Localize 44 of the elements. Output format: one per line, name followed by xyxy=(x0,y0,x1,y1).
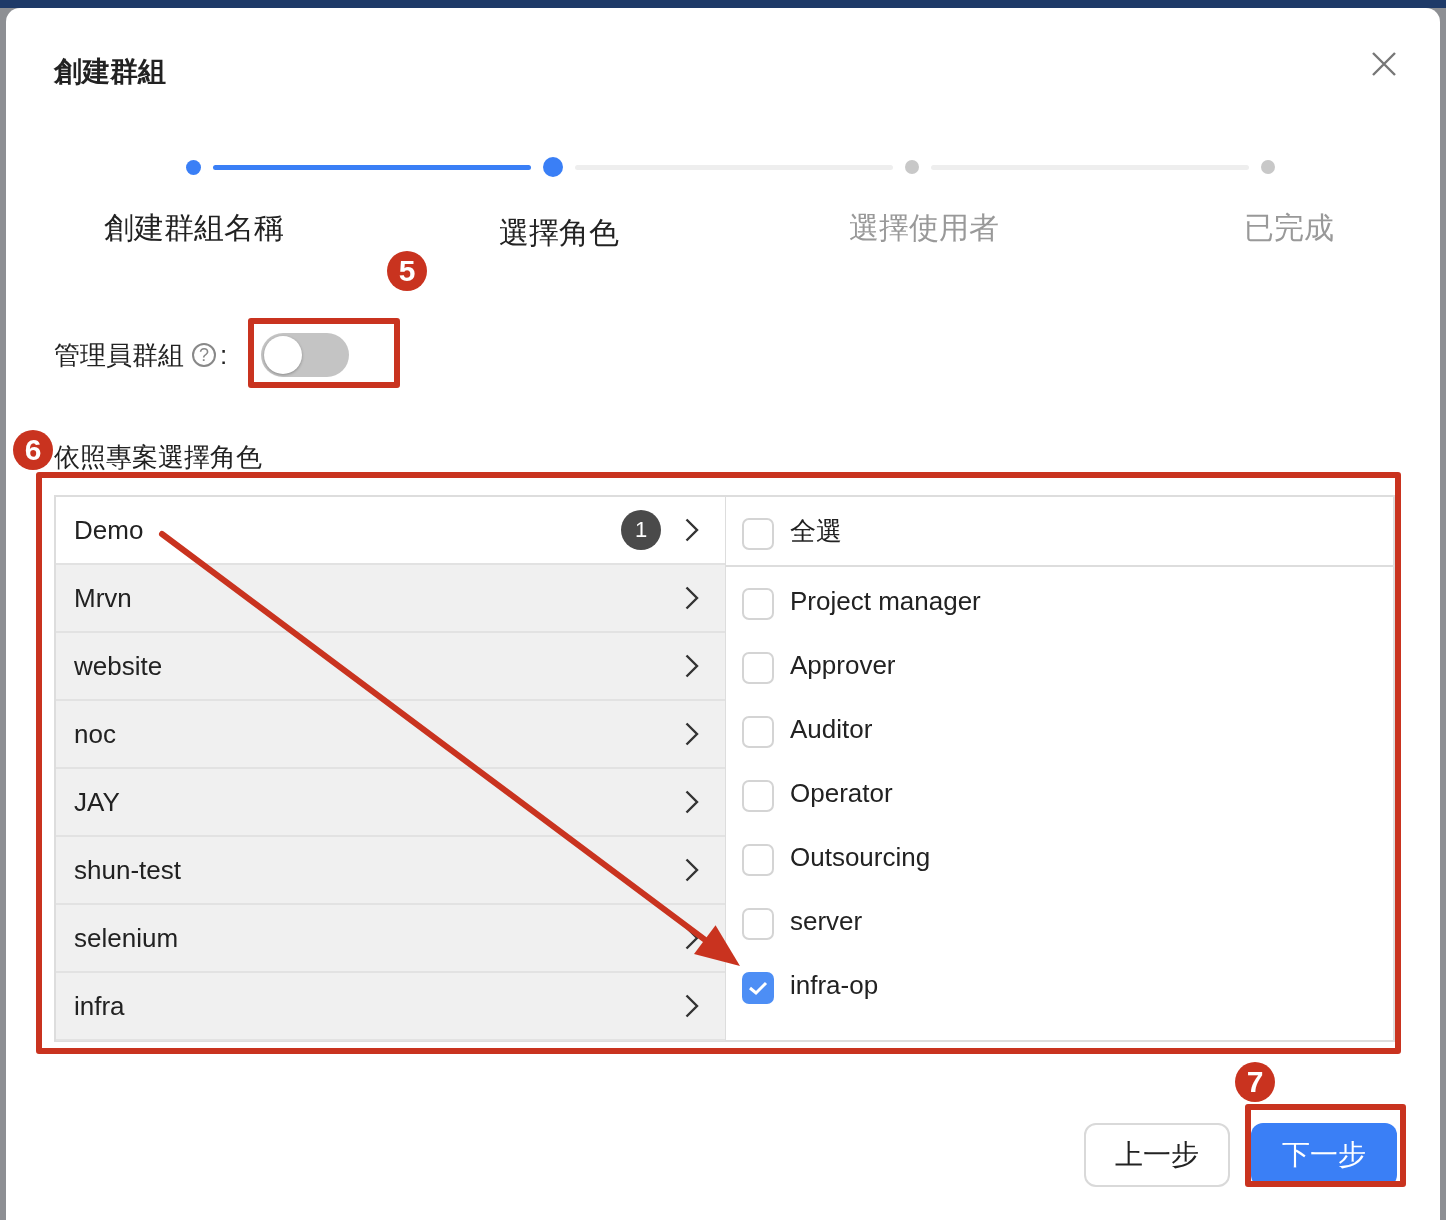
chevron-right-icon xyxy=(685,586,699,610)
chevron-right-icon xyxy=(685,518,699,542)
checkbox[interactable] xyxy=(742,588,774,620)
checkbox[interactable] xyxy=(742,972,774,1004)
project-item[interactable]: infra xyxy=(56,973,725,1041)
checkbox-label: Auditor xyxy=(790,713,873,745)
checkbox-label: infra-op xyxy=(790,969,879,1001)
check-icon xyxy=(748,980,768,996)
chevron-right-icon xyxy=(685,790,699,814)
project-item[interactable]: shun-test xyxy=(56,837,725,905)
project-item[interactable]: noc xyxy=(56,701,725,769)
step-label: 創建群組名稱 xyxy=(103,210,284,246)
field-label: 管理員群組 xyxy=(54,338,184,372)
project-item[interactable]: Mrvn xyxy=(56,565,725,633)
project-item[interactable]: JAY xyxy=(56,769,725,837)
help-icon[interactable]: ? xyxy=(192,343,216,367)
checkbox-label: Project manager xyxy=(790,585,981,617)
checkbox-label: Outsourcing xyxy=(790,841,931,873)
section-label: 依照專案選擇角色 xyxy=(54,441,263,474)
label-colon: : xyxy=(220,339,228,371)
project-item[interactable]: selenium xyxy=(56,905,725,973)
checkbox[interactable] xyxy=(742,652,774,684)
step-label: 選擇使用者 xyxy=(848,210,999,246)
checkbox[interactable] xyxy=(742,844,774,876)
chevron-right-icon xyxy=(685,654,699,678)
checkbox[interactable] xyxy=(742,908,774,940)
toggle-switch[interactable] xyxy=(261,333,350,377)
close-icon[interactable] xyxy=(1370,50,1398,78)
chevron-right-icon xyxy=(685,994,699,1018)
back-button[interactable]: 上一步 xyxy=(1084,1123,1230,1187)
checkbox[interactable] xyxy=(742,716,774,748)
step-label: 已完成 xyxy=(1243,210,1334,246)
dialog-title: 創建群組 xyxy=(54,55,166,89)
checkbox[interactable] xyxy=(742,518,774,550)
step-label: 選擇角色 xyxy=(498,215,619,251)
checkbox-label: Approver xyxy=(790,649,896,681)
checkbox-label: Operator xyxy=(790,777,893,809)
chevron-right-icon xyxy=(685,858,699,882)
checkbox-label: 全選 xyxy=(790,514,842,548)
project-item[interactable]: website xyxy=(56,633,725,701)
count-badge: 1 xyxy=(621,510,661,550)
checkbox[interactable] xyxy=(742,780,774,812)
checkbox-label: server xyxy=(790,905,863,937)
chevron-right-icon xyxy=(685,722,699,746)
